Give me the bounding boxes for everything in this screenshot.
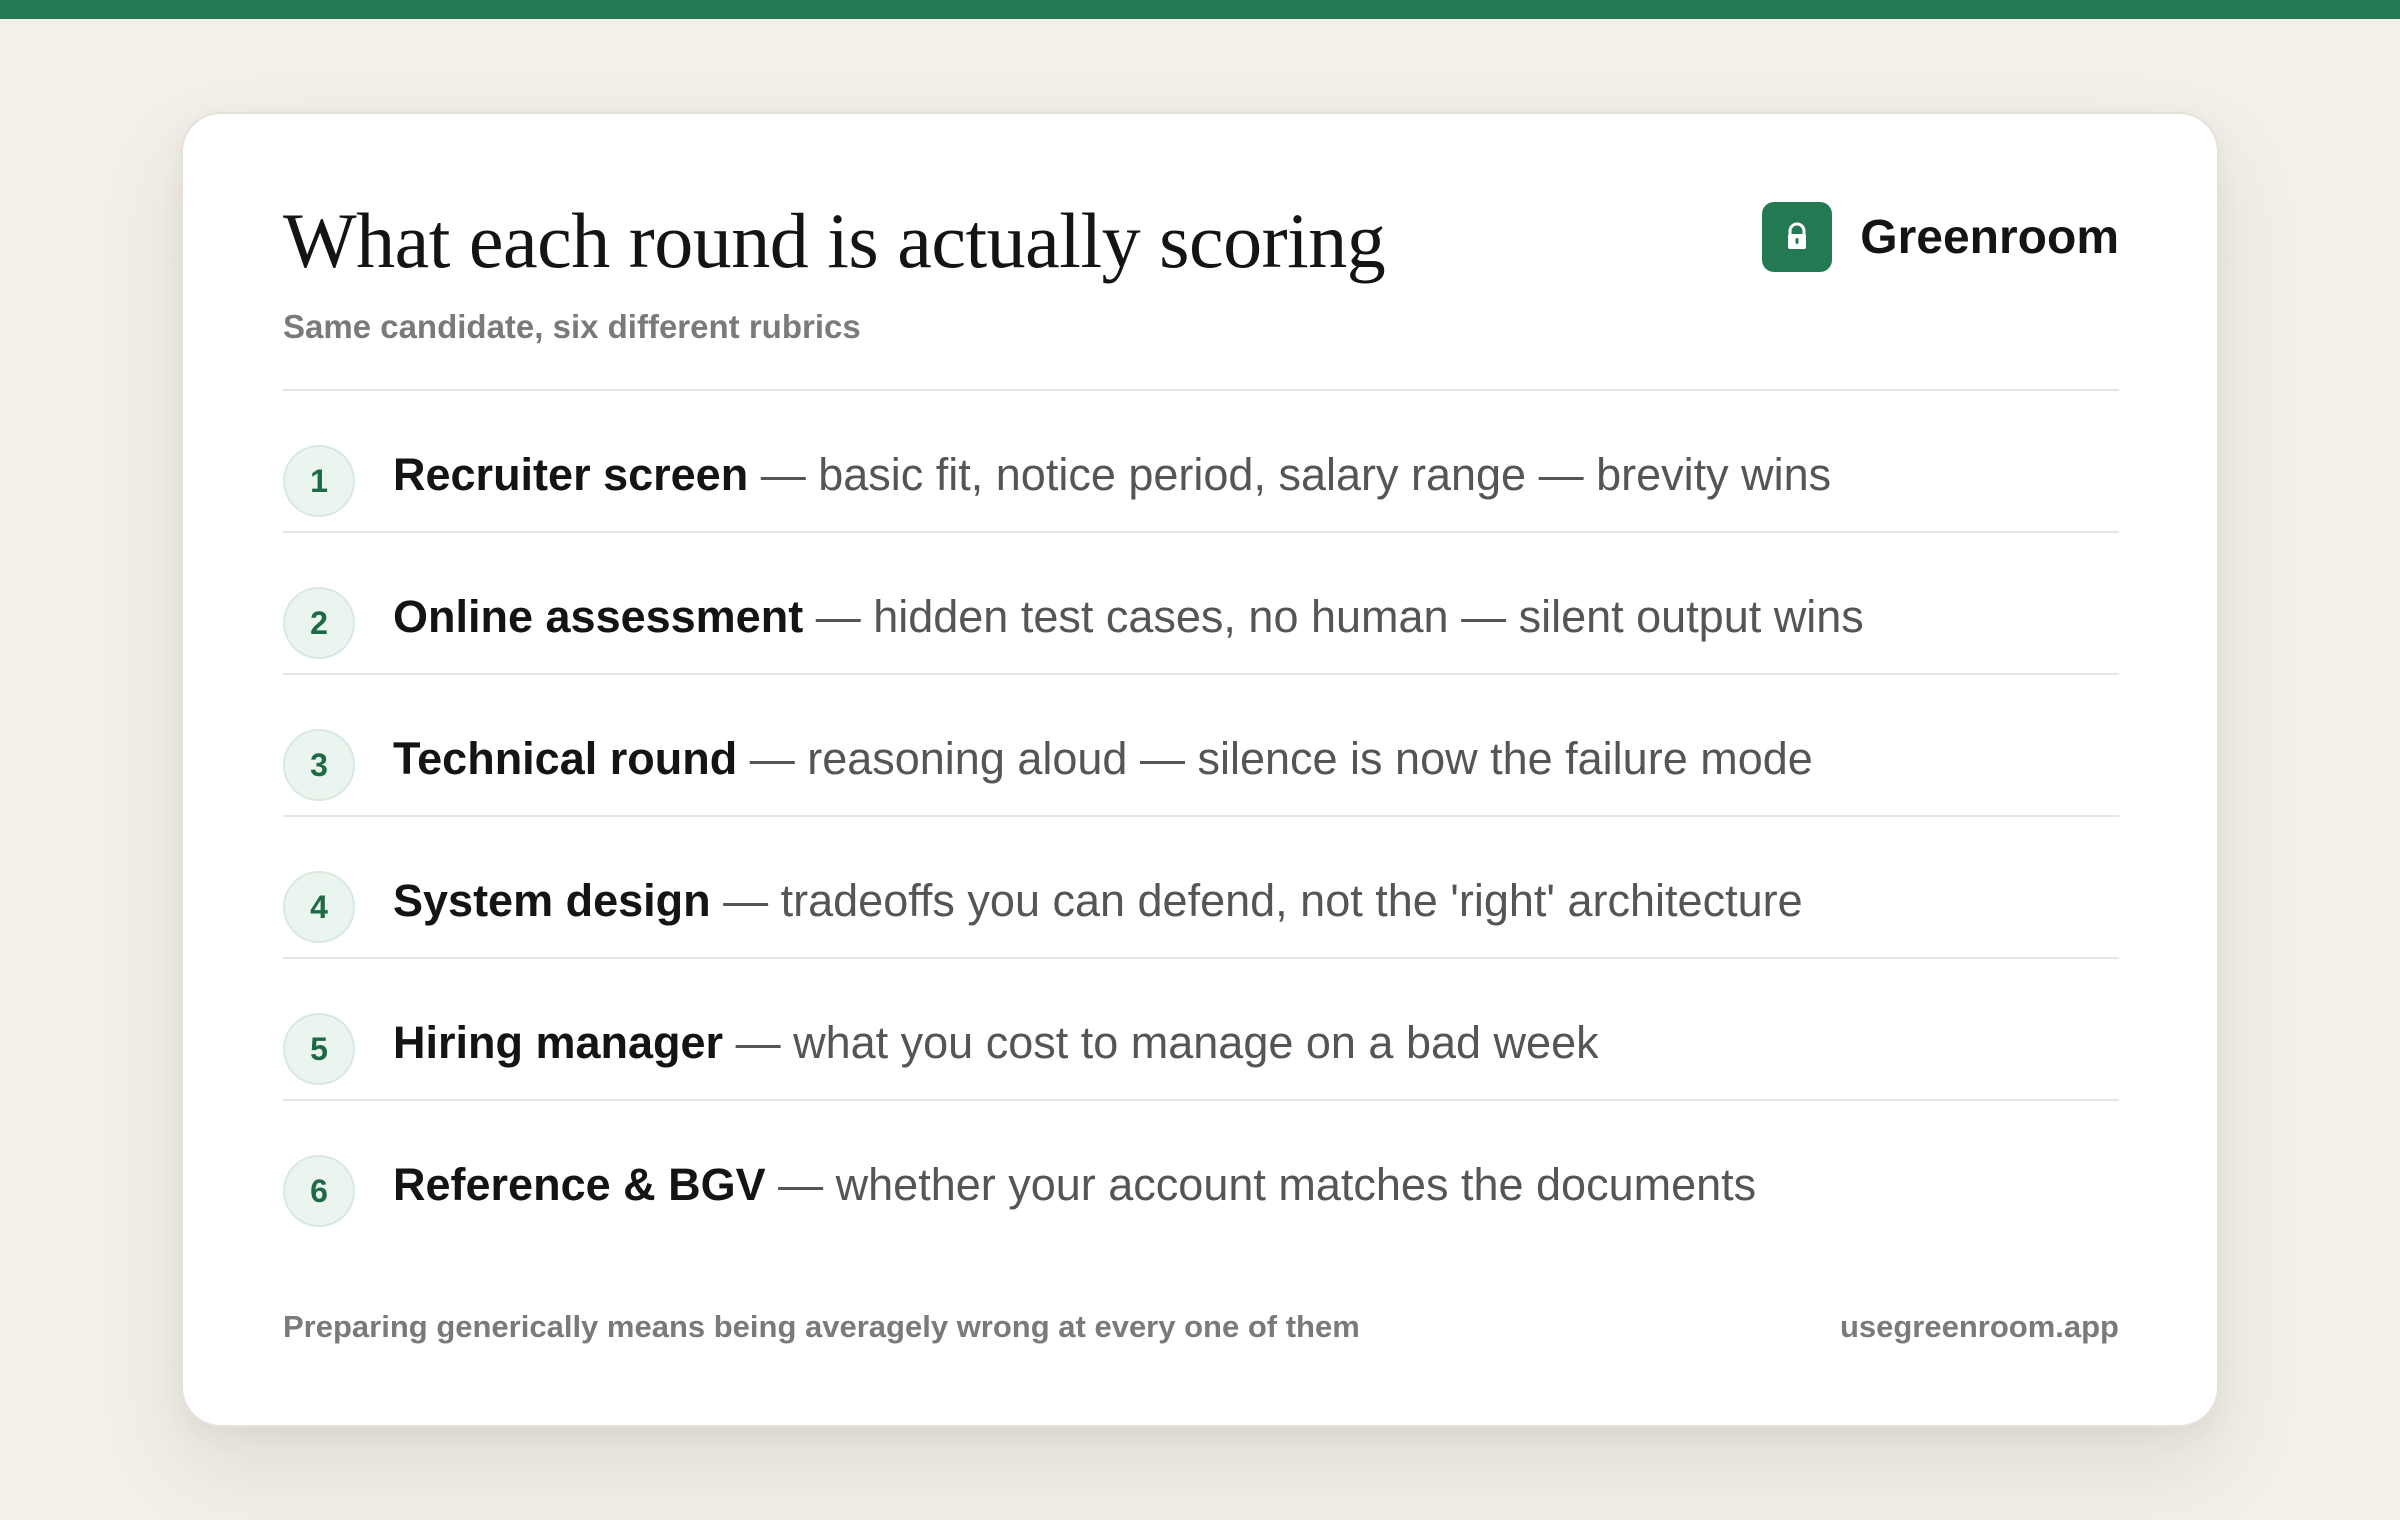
brand-name: Greenroom [1860,210,2119,264]
footer-note: Preparing generically means being averag… [283,1309,1360,1344]
round-title: System design [393,875,711,926]
list-item: 1 Recruiter screen — basic fit, notice p… [283,391,2119,533]
info-card: What each round is actually scoring Same… [181,112,2219,1427]
round-text: Recruiter screen — basic fit, notice per… [393,445,1831,505]
rounds-list: 1 Recruiter screen — basic fit, notice p… [283,391,2119,1243]
round-title: Online assessment [393,591,804,642]
step-number-badge: 5 [283,1013,355,1085]
round-text: System design — tradeoffs you can defend… [393,871,1803,931]
round-description: — what you cost to manage on a bad week [723,1017,1599,1068]
round-title: Hiring manager [393,1017,724,1068]
step-number-badge: 2 [283,587,355,659]
round-description: — basic fit, notice period, salary range… [748,449,1832,500]
list-item: 6 Reference & BGV — whether your account… [283,1101,2119,1243]
round-description: — tradeoffs you can defend, not the 'rig… [710,875,1803,926]
list-item: 4 System design — tradeoffs you can defe… [283,817,2119,959]
round-text: Online assessment — hidden test cases, n… [393,587,1864,647]
page-subtitle: Same candidate, six different rubrics [283,308,861,345]
brand: Greenroom [1762,202,2119,272]
round-text: Technical round — reasoning aloud — sile… [393,729,1813,789]
list-item: 5 Hiring manager — what you cost to mana… [283,959,2119,1101]
step-number-badge: 1 [283,445,355,517]
round-description: — whether your account matches the docum… [765,1159,1757,1210]
round-title: Recruiter screen [393,449,749,500]
step-number-badge: 4 [283,871,355,943]
round-description: — reasoning aloud — silence is now the f… [737,733,1813,784]
round-text: Reference & BGV — whether your account m… [393,1155,1756,1215]
top-accent-bar [0,0,2400,19]
lock-icon [1762,202,1833,272]
list-item: 3 Technical round — reasoning aloud — si… [283,675,2119,817]
round-description: — hidden test cases, no human — silent o… [803,591,1864,642]
round-title: Reference & BGV [393,1159,766,1210]
page-title: What each round is actually scoring [283,197,1386,284]
round-text: Hiring manager — what you cost to manage… [393,1013,1599,1073]
step-number-badge: 3 [283,729,355,801]
footer-url: usegreenroom.app [1839,1309,2119,1344]
list-item: 2 Online assessment — hidden test cases,… [283,533,2119,675]
round-title: Technical round [393,733,738,784]
step-number-badge: 6 [283,1155,355,1227]
